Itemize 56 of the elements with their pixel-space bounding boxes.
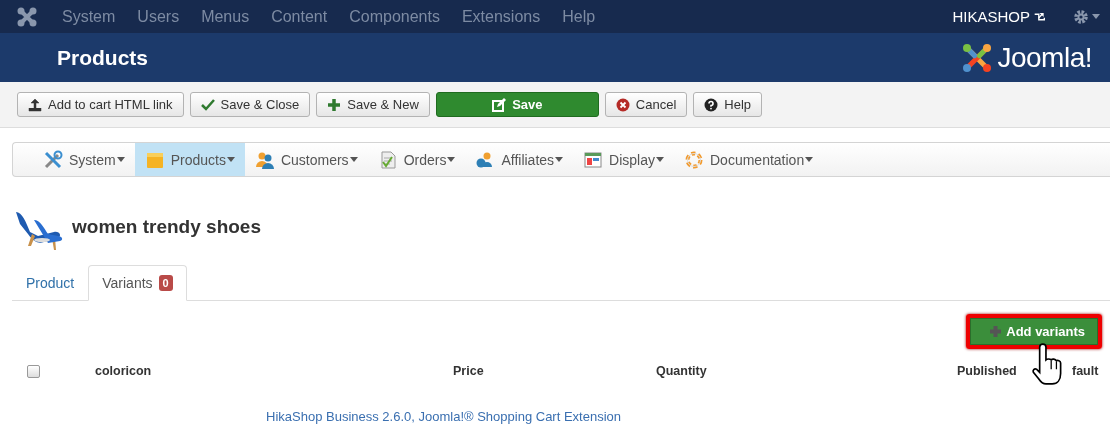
tab[interactable]: Variants 0 [88, 265, 187, 301]
settings-icon[interactable] [1073, 8, 1100, 25]
toolbar-button[interactable]: Save & Close [189, 92, 311, 117]
page-title: Products [57, 45, 149, 70]
hand-cursor-icon [1030, 342, 1064, 386]
caret-icon [447, 157, 456, 162]
toolbar-button[interactable]: Help [693, 92, 763, 117]
footer-link[interactable]: HikaShop Business 2.6.0, Joomla!® Shopping Cart Extension [266, 409, 1110, 424]
edit-icon [492, 97, 507, 112]
caret-icon [349, 157, 358, 162]
caret-icon [555, 157, 564, 162]
menu-item[interactable]: Help [562, 7, 596, 26]
menu-item[interactable]: Affiliates [465, 143, 574, 176]
menu-item[interactable]: System [62, 7, 116, 26]
menu-item[interactable]: Display [573, 143, 674, 176]
cancel-icon [615, 97, 630, 112]
menu-item[interactable]: Content [271, 7, 328, 26]
caret-icon [656, 157, 664, 162]
add-variants-button[interactable]: Add variants [970, 318, 1098, 345]
menu-item[interactable]: Menus [201, 7, 250, 26]
menu-item[interactable]: Extensions [461, 7, 541, 26]
column-header: Price [453, 364, 485, 378]
caret-icon [116, 157, 125, 162]
help-icon [704, 97, 719, 112]
tab[interactable]: Product [12, 265, 89, 301]
menu-item[interactable]: Users [137, 7, 180, 26]
site-link[interactable]: HIKASHOP [952, 8, 1045, 25]
external-link-icon [1034, 11, 1045, 22]
column-header: Published [957, 364, 1018, 378]
menu-item[interactable]: Customers [244, 143, 368, 176]
plus-icon [989, 325, 1003, 338]
toolbar-button[interactable]: Save [435, 92, 599, 117]
joomla-logo: Joomla! [961, 41, 1092, 74]
joomla-logo-icon[interactable] [16, 5, 38, 28]
product-title: women trendy shoes [72, 216, 261, 238]
check-icon [200, 97, 215, 112]
column-header: fault [1072, 364, 1100, 378]
column-header: coloricon [95, 364, 153, 378]
toolbar-button[interactable]: Cancel [604, 92, 688, 117]
checkbox[interactable] [27, 364, 40, 378]
caret-icon [226, 157, 235, 162]
tools-icon [43, 149, 63, 170]
menu-item[interactable]: Components [349, 7, 440, 26]
plus-icon [327, 97, 342, 112]
upload-icon [28, 97, 42, 112]
toolbar-button[interactable]: Save & New [316, 92, 430, 117]
menu-item[interactable]: Orders [367, 143, 466, 176]
menu-item[interactable]: Products [134, 143, 245, 176]
menu-item[interactable]: Documentation [674, 143, 824, 176]
column-header: Quantity [656, 364, 708, 378]
count-badge: 0 [158, 275, 173, 291]
window-icon [583, 149, 604, 170]
menu-item[interactable]: System [33, 143, 135, 176]
lifebuoy-icon [684, 149, 704, 170]
toolbar-button[interactable]: Add to cart HTML link [17, 92, 184, 117]
caret-icon [805, 157, 814, 162]
